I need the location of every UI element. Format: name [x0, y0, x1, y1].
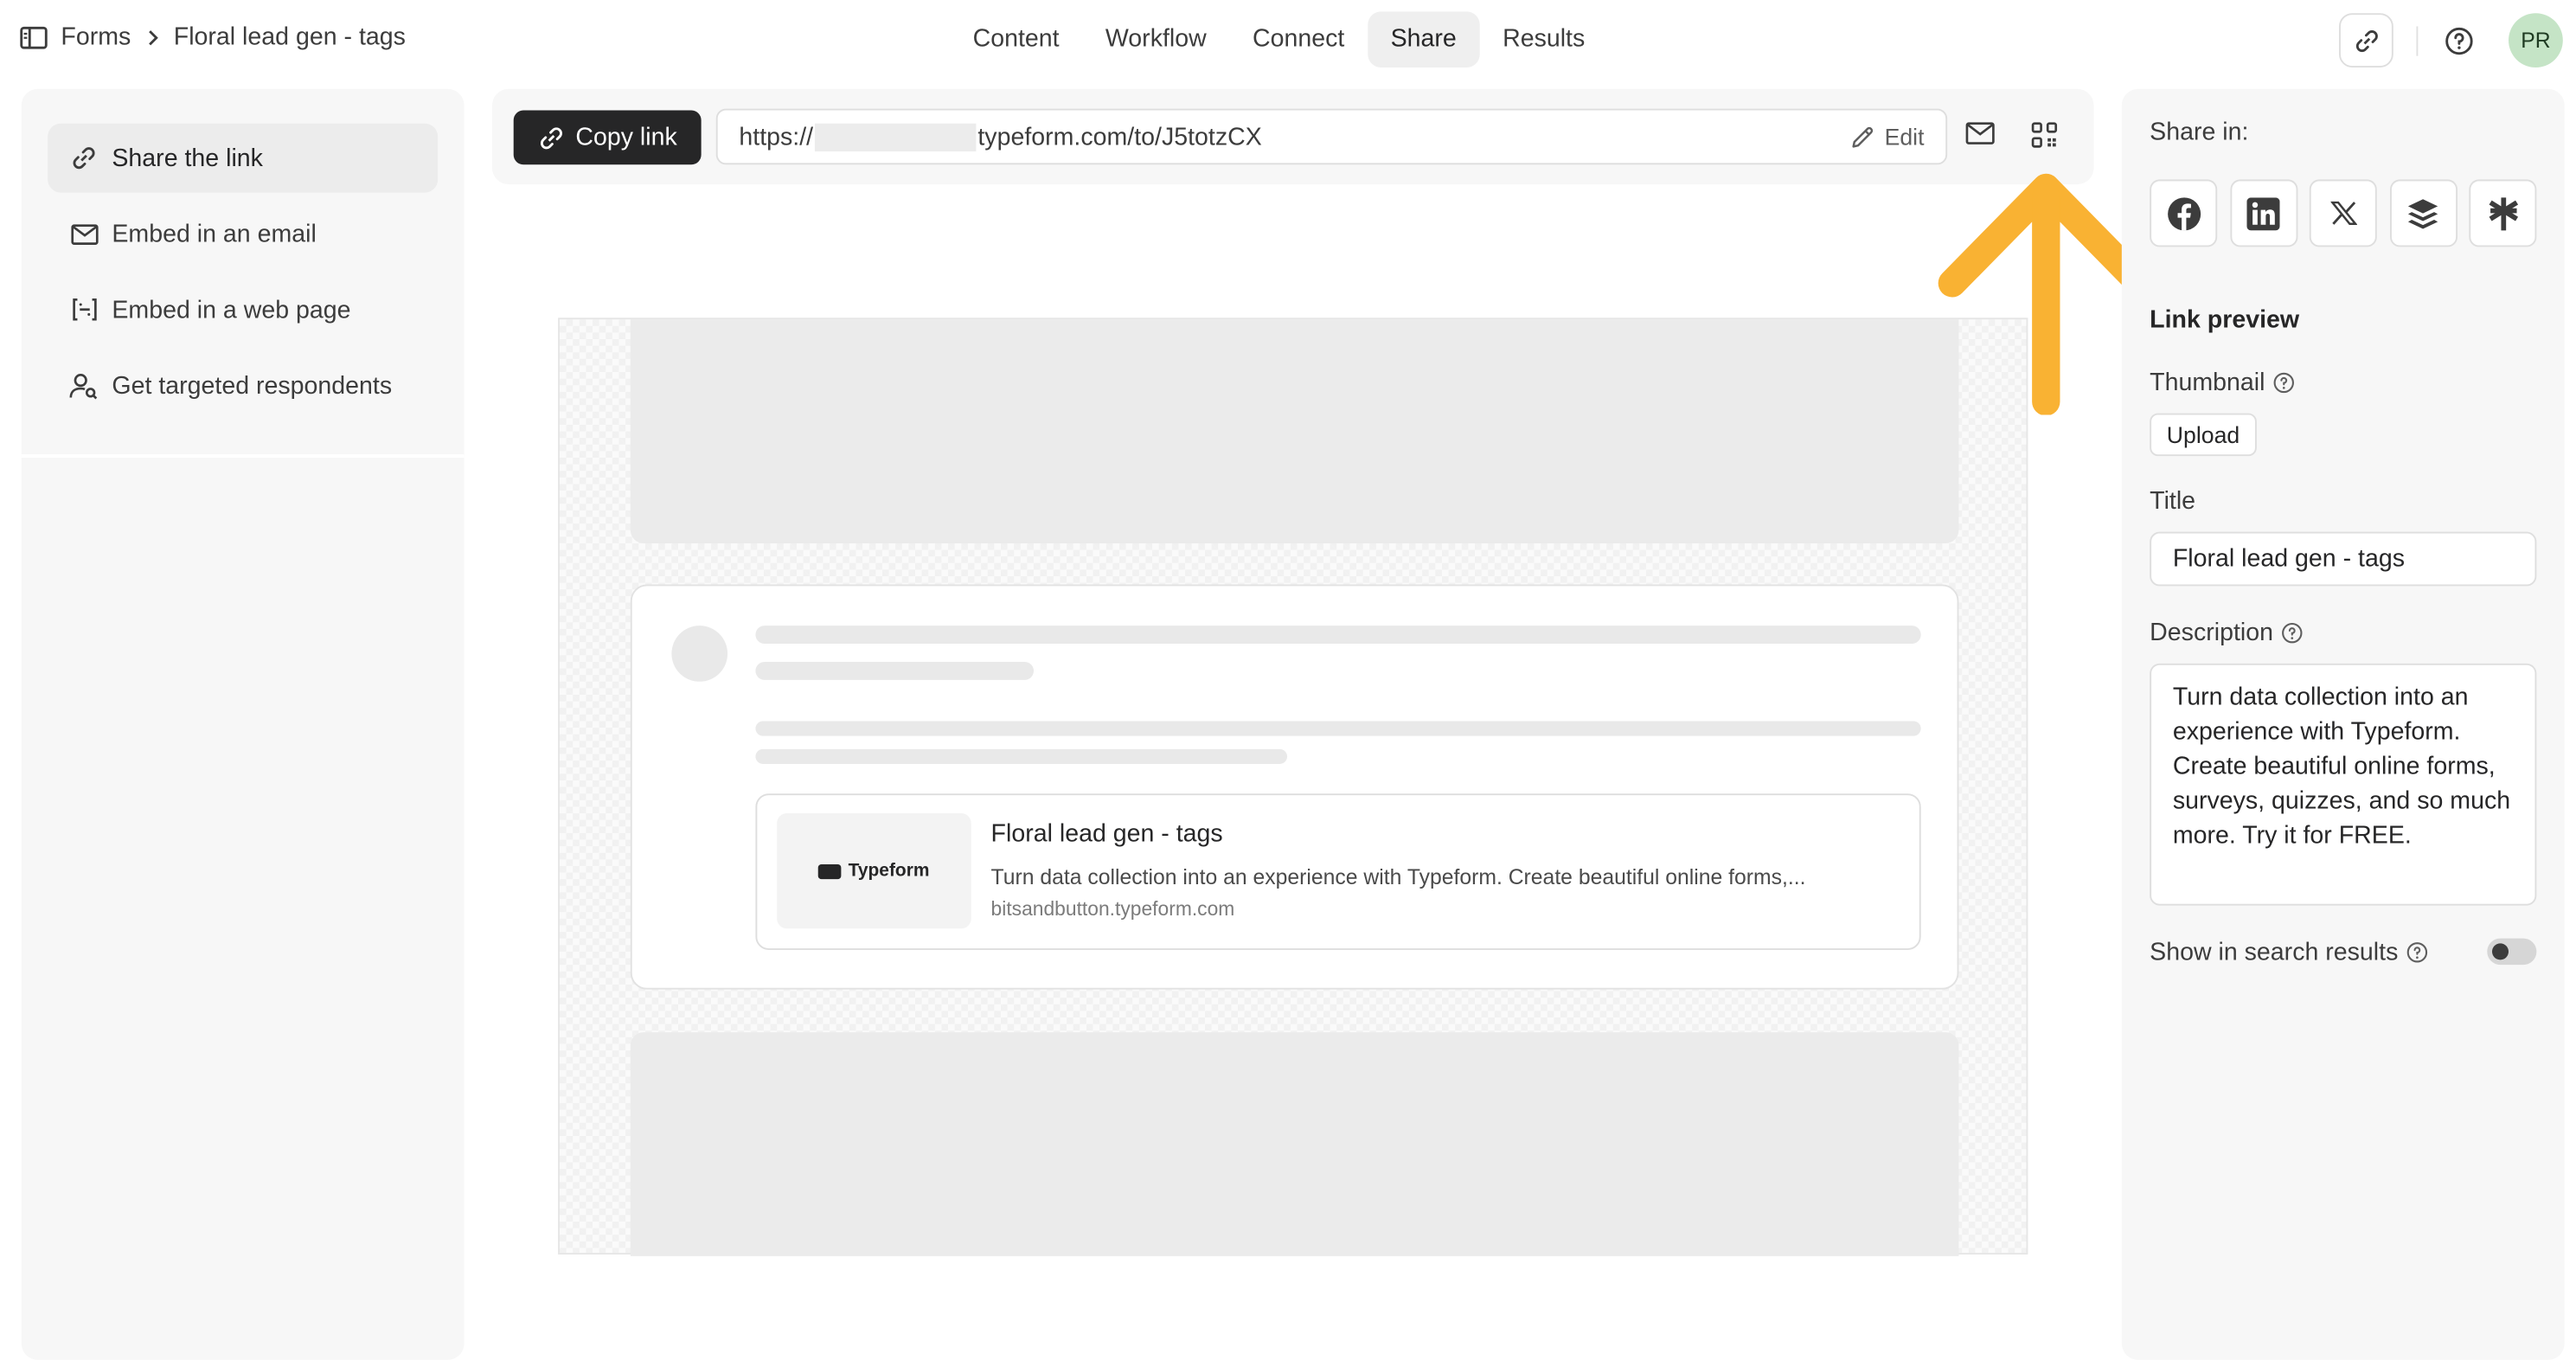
pencil-icon [1850, 125, 1875, 150]
code-brackets-icon [69, 298, 99, 321]
tab-content[interactable]: Content [950, 11, 1082, 67]
share-linktree-button[interactable] [2469, 179, 2537, 247]
copy-link-label: Copy link [575, 123, 677, 152]
share-link-bar: Copy link https:// typeform.com/to/J5tot… [491, 88, 2094, 185]
qr-code-icon [2031, 122, 2058, 148]
placeholder-line [755, 748, 1288, 764]
toggle-knob [2491, 943, 2509, 960]
share-url-field[interactable]: https:// typeform.com/to/J5totzCX Edit [715, 108, 1948, 165]
sidebar-item-label: Share the link [112, 144, 263, 172]
show-in-search-toggle[interactable] [2487, 938, 2537, 966]
description-label-row: Description [2150, 619, 2303, 647]
user-search-icon [69, 371, 99, 399]
edit-link-button[interactable]: Edit [1850, 123, 1925, 151]
divider [2416, 25, 2419, 55]
share-methods-sidebar: Share the link Embed in an email Embed i… [21, 88, 465, 1360]
facebook-icon [2165, 195, 2201, 231]
sidebar-item-label: Get targeted respondents [112, 371, 393, 400]
breadcrumb-current[interactable]: Floral lead gen - tags [174, 23, 406, 51]
placeholder-post-top [630, 319, 1959, 543]
url-suffix: typeform.com/to/J5totzCX [977, 122, 1262, 151]
placeholder-avatar [671, 626, 728, 682]
social-post-preview: Typeform Floral lead gen - tags Turn dat… [630, 584, 1959, 990]
main-tabs: Content Workflow Connect Share Results [950, 11, 1608, 68]
share-x-button[interactable] [2309, 179, 2377, 247]
url-prefix: https:// [739, 122, 814, 151]
info-icon[interactable] [2273, 372, 2295, 394]
thumbnail-label: Thumbnail [2150, 369, 2265, 397]
forms-icon [20, 25, 48, 48]
link-preview-card: Typeform Floral lead gen - tags Turn dat… [755, 793, 1921, 950]
placeholder-line [755, 626, 1921, 645]
sidebar-item-embed-web[interactable]: Embed in a web page [48, 275, 438, 344]
copy-link-top-button[interactable] [2339, 13, 2393, 68]
link-icon [2353, 27, 2379, 53]
tab-results[interactable]: Results [1479, 11, 1607, 67]
share-facebook-button[interactable] [2150, 179, 2218, 247]
show-in-search-row: Show in search results [2150, 939, 2427, 966]
sidebar-item-embed-email[interactable]: Embed in an email [48, 199, 438, 268]
placeholder-line [755, 721, 1921, 736]
copy-link-button[interactable]: Copy link [513, 110, 702, 165]
sidebar-item-targeted-respondents[interactable]: Get targeted respondents [48, 350, 438, 420]
info-icon[interactable] [2406, 941, 2428, 963]
title-label: Title [2150, 487, 2196, 516]
linkedin-icon [2246, 196, 2280, 230]
buffer-icon [2406, 196, 2439, 229]
share-settings-panel: Share in: Link preview Thumbnail Upload … [2121, 88, 2565, 1360]
description-label: Description [2150, 619, 2273, 647]
redacted-subdomain [814, 122, 977, 151]
help-button[interactable] [2439, 21, 2479, 61]
share-page: Forms Floral lead gen - tags Content Wor… [0, 0, 2576, 1367]
top-right-actions: PR [2339, 13, 2563, 68]
thumbnail-logo-text: Typeform [848, 861, 930, 882]
share-linkedin-button[interactable] [2229, 179, 2297, 247]
x-icon [2329, 201, 2357, 226]
placeholder-line [755, 661, 1035, 680]
description-field[interactable]: Turn data collection into an experience … [2150, 663, 2537, 906]
link-icon [538, 125, 564, 151]
link-preview-canvas: Typeform Floral lead gen - tags Turn dat… [558, 318, 2028, 1256]
link-preview-heading: Link preview [2150, 305, 2300, 335]
upload-thumbnail-button[interactable]: Upload [2150, 413, 2257, 457]
avatar[interactable]: PR [2509, 13, 2563, 68]
show-in-search-label: Show in search results [2150, 938, 2399, 967]
qr-code-button[interactable] [2031, 122, 2058, 148]
typeform-logo-icon [818, 863, 843, 879]
placeholder-post-bottom [630, 1032, 1959, 1256]
breadcrumb-forms-link[interactable]: Forms [61, 23, 131, 51]
card-title: Floral lead gen - tags [990, 819, 1223, 848]
asterisk-icon [2486, 195, 2519, 231]
tab-workflow[interactable]: Workflow [1082, 11, 1229, 67]
sidebar-item-label: Embed in an email [112, 220, 317, 248]
info-icon[interactable] [2281, 622, 2303, 644]
mail-icon [69, 223, 99, 245]
title-field[interactable]: Floral lead gen - tags [2150, 531, 2537, 587]
breadcrumb: Forms Floral lead gen - tags [20, 23, 406, 51]
share-buffer-button[interactable] [2389, 179, 2457, 247]
chevron-right-icon [145, 29, 158, 45]
social-share-buttons [2150, 179, 2548, 247]
sidebar-divider [21, 454, 465, 459]
mail-icon [1965, 122, 1995, 145]
share-email-button[interactable] [1965, 122, 1995, 145]
thumbnail-label-row: Thumbnail [2150, 369, 2295, 397]
sidebar-item-label: Embed in a web page [112, 295, 351, 324]
help-circle-icon [2445, 25, 2474, 55]
link-icon [69, 144, 99, 170]
card-domain: bitsandbutton.typeform.com [990, 897, 1235, 921]
edit-label: Edit [1884, 123, 1925, 151]
card-thumbnail: Typeform [777, 813, 971, 929]
card-description: Turn data collection into an experience … [990, 864, 1806, 889]
top-bar: Forms Floral lead gen - tags Content Wor… [0, 0, 2576, 79]
tab-share[interactable]: Share [1367, 11, 1480, 68]
sidebar-item-share-link[interactable]: Share the link [48, 123, 439, 193]
share-in-label: Share in: [2150, 119, 2249, 147]
tab-connect[interactable]: Connect [1229, 11, 1368, 67]
